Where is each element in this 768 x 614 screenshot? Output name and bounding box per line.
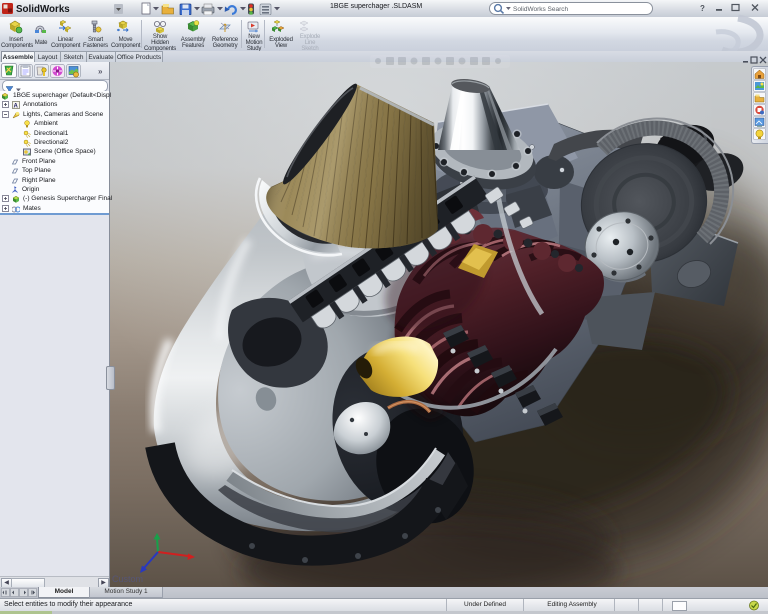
svg-text:SolidWorks Search: SolidWorks Search xyxy=(513,6,569,13)
svg-text:»: » xyxy=(98,67,103,76)
svg-text:A: A xyxy=(14,104,19,110)
svg-text:Custom: Custom xyxy=(112,574,143,584)
svg-text:?: ? xyxy=(700,4,705,13)
svg-text:SolidWorks: SolidWorks xyxy=(16,4,70,15)
